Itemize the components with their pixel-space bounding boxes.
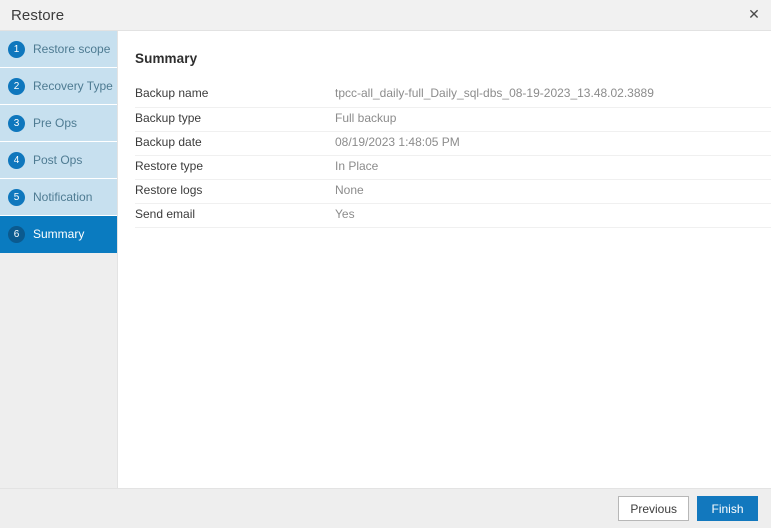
step-number-badge: 4 — [8, 151, 25, 169]
page-title: Summary — [135, 51, 198, 66]
sidebar-item-label: Summary — [33, 227, 85, 241]
row-label: Restore logs — [135, 179, 335, 204]
finish-button[interactable]: Finish — [697, 496, 758, 521]
summary-table: Backup name tpcc-all_daily-full_Daily_sq… — [135, 83, 771, 228]
dialog-footer: Previous Finish — [0, 488, 771, 528]
sidebar-item-notification[interactable]: 5 Notification — [0, 179, 117, 216]
row-label: Send email — [135, 203, 335, 228]
sidebar-item-label: Post Ops — [33, 153, 83, 167]
restore-wizard-dialog: Restore ✕ 1 Restore scope 2 Recovery Typ… — [0, 0, 771, 528]
sidebar-item-label: Notification — [33, 190, 93, 204]
row-label: Restore type — [135, 155, 335, 180]
previous-button[interactable]: Previous — [618, 496, 689, 521]
dialog-body: 1 Restore scope 2 Recovery Type 3 Pre Op… — [0, 31, 771, 488]
sidebar-item-label: Restore scope — [33, 42, 111, 56]
step-number-badge: 2 — [8, 77, 25, 95]
step-number-badge: 6 — [8, 225, 25, 243]
table-row: Restore logs None — [135, 179, 771, 204]
sidebar-item-label: Pre Ops — [33, 116, 78, 130]
step-number-badge: 1 — [8, 40, 25, 58]
step-number-badge: 3 — [8, 114, 25, 132]
row-value: 08/19/2023 1:48:05 PM — [335, 131, 771, 156]
dialog-title: Restore — [11, 6, 65, 24]
table-row: Backup type Full backup — [135, 107, 771, 132]
row-value: None — [335, 179, 771, 204]
summary-panel: Summary Backup name tpcc-all_daily-full_… — [118, 31, 771, 488]
table-row: Backup date 08/19/2023 1:48:05 PM — [135, 131, 771, 156]
table-row: Restore type In Place — [135, 155, 771, 180]
sidebar-item-recovery-type[interactable]: 2 Recovery Type — [0, 68, 117, 105]
row-value: tpcc-all_daily-full_Daily_sql-dbs_08-19-… — [335, 83, 771, 108]
row-label: Backup name — [135, 83, 335, 108]
close-icon[interactable]: ✕ — [745, 6, 763, 24]
sidebar-item-label: Recovery Type — [33, 79, 113, 93]
row-value: Full backup — [335, 107, 771, 132]
step-number-badge: 5 — [8, 188, 25, 206]
table-row: Send email Yes — [135, 203, 771, 228]
dialog-titlebar: Restore ✕ — [0, 0, 771, 31]
sidebar-item-post-ops[interactable]: 4 Post Ops — [0, 142, 117, 179]
row-label: Backup type — [135, 107, 335, 132]
row-value: Yes — [335, 203, 771, 228]
sidebar-item-pre-ops[interactable]: 3 Pre Ops — [0, 105, 117, 142]
sidebar-item-summary[interactable]: 6 Summary — [0, 216, 117, 253]
sidebar-filler — [0, 253, 117, 488]
row-value: In Place — [335, 155, 771, 180]
wizard-sidebar: 1 Restore scope 2 Recovery Type 3 Pre Op… — [0, 31, 118, 488]
row-label: Backup date — [135, 131, 335, 156]
sidebar-item-restore-scope[interactable]: 1 Restore scope — [0, 31, 117, 68]
table-row: Backup name tpcc-all_daily-full_Daily_sq… — [135, 83, 771, 108]
